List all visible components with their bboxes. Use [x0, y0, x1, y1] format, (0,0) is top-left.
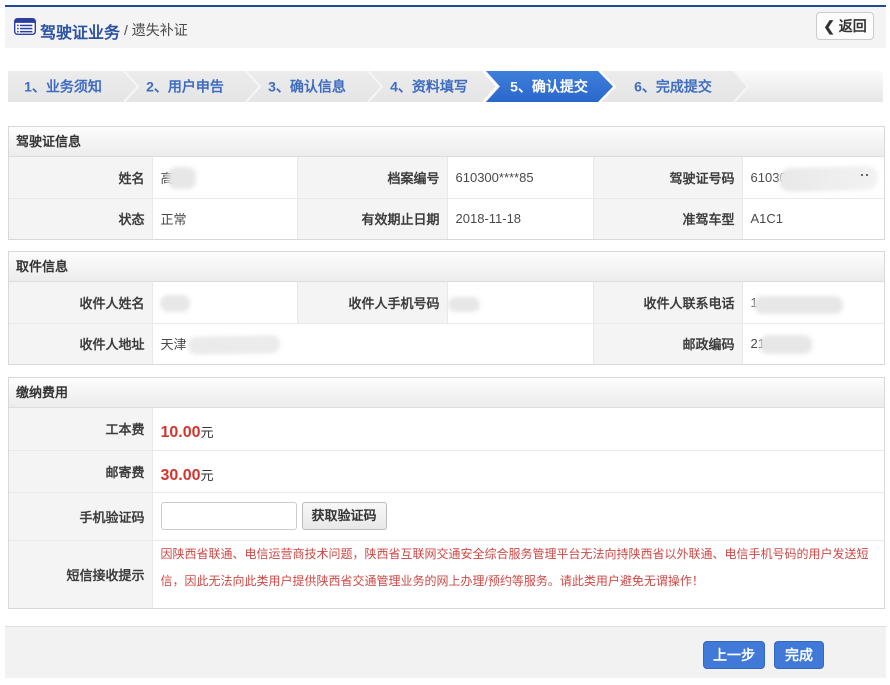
svg-text:6、完成提交: 6、完成提交	[634, 79, 712, 95]
svg-text:4、资料填写: 4、资料填写	[390, 79, 468, 95]
svg-text:5、确认提交: 5、确认提交	[510, 79, 588, 95]
svg-text:2、用户申告: 2、用户申告	[146, 79, 224, 95]
svg-text:1、业务须知: 1、业务须知	[24, 79, 102, 95]
svg-text:3、确认信息: 3、确认信息	[268, 79, 346, 95]
